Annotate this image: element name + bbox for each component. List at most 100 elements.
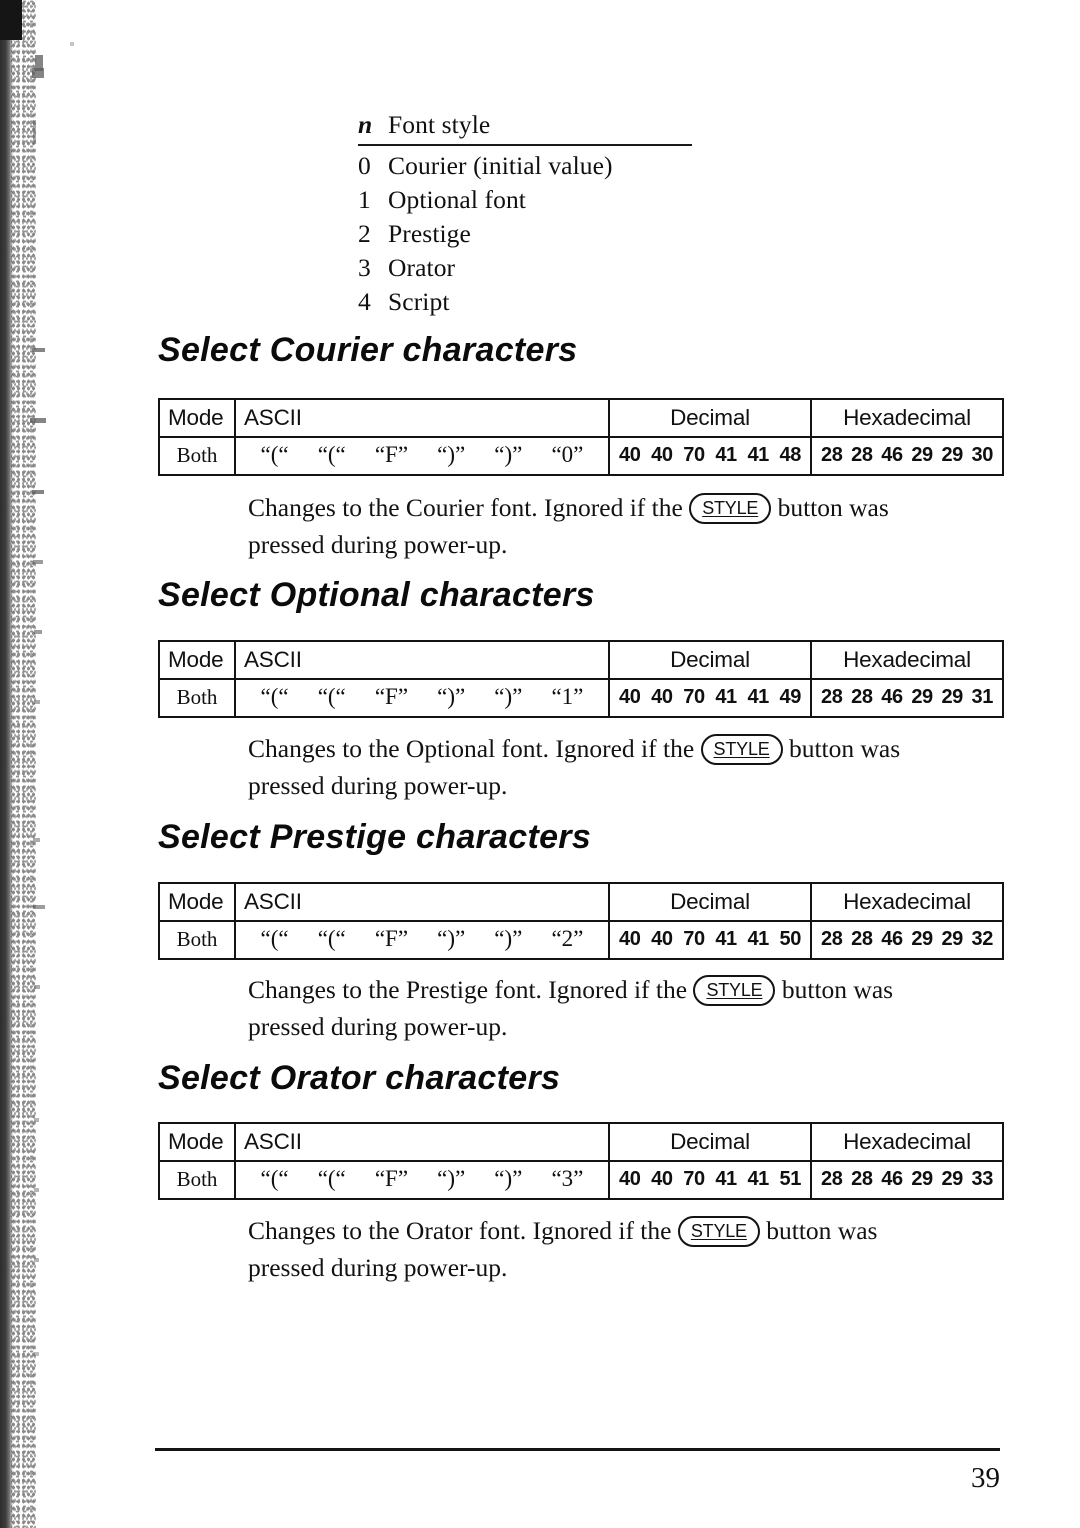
- hex-value: 28: [821, 1167, 843, 1190]
- hex-value: 46: [881, 1167, 903, 1190]
- cell-decimal: 40 40 70 41 41 51: [619, 1168, 801, 1191]
- note-text-line2: pressed during power-up.: [248, 1012, 508, 1041]
- hex-value: 33: [971, 1167, 994, 1190]
- note-text-after: button was: [777, 493, 889, 522]
- code-table-prestige: Mode ASCII Decimal Hexadecimal Both “(“ …: [158, 882, 1004, 960]
- decimal-value: 41: [715, 685, 737, 708]
- hex-value: 28: [821, 927, 843, 950]
- font-style-list: n Font style 0 Courier (initial value) 1…: [358, 108, 698, 319]
- note-text-before: Changes to the Prestige font. Ignored if…: [248, 975, 688, 1004]
- hex-value: 30: [971, 443, 994, 466]
- font-style-header-n: n: [358, 110, 373, 139]
- font-style-value: 2: [358, 219, 371, 248]
- hex-value: 28: [821, 443, 843, 466]
- header-ascii: ASCII: [244, 1128, 302, 1154]
- note-text-before: Changes to the Orator font. Ignored if t…: [248, 1216, 672, 1245]
- code-table-courier: Mode ASCII Decimal Hexadecimal Both “(“ …: [158, 398, 1004, 476]
- note-text-line2: pressed during power-up.: [248, 530, 508, 559]
- hex-value: 46: [881, 927, 903, 950]
- font-style-label: Courier (initial value): [388, 151, 613, 180]
- decimal-value: 41: [715, 927, 737, 950]
- hex-value: 29: [941, 1167, 963, 1190]
- hex-value: 46: [881, 443, 903, 466]
- table-row: Both “(“ “(“ “F” “)” “)” “2” 40 40 70 41…: [158, 920, 1004, 960]
- header-mode: Mode: [168, 1128, 224, 1154]
- ascii-char: “(“: [260, 1165, 289, 1191]
- decimal-value: 48: [779, 443, 802, 466]
- style-button-key: STYLE: [677, 1216, 760, 1247]
- font-style-list-rule: [358, 144, 692, 146]
- font-style-header-label: Font style: [388, 110, 491, 139]
- hex-value: 28: [821, 685, 843, 708]
- hex-value: 32: [971, 927, 994, 950]
- font-style-label: Optional font: [388, 185, 526, 214]
- cell-mode: Both: [176, 684, 218, 709]
- decimal-value: 41: [715, 1167, 737, 1190]
- section-title-prestige: Select Prestige characters: [158, 818, 592, 856]
- style-button-key: STYLE: [693, 975, 776, 1006]
- decimal-value: 41: [747, 443, 769, 466]
- table-row: Both “(“ “(“ “F” “)” “)” “3” 40 40 70 41…: [158, 1160, 1004, 1200]
- font-style-list-header: n Font style: [358, 108, 698, 142]
- header-decimal: Decimal: [670, 1128, 750, 1154]
- ascii-char: “(“: [317, 1165, 346, 1191]
- ascii-char: “)”: [437, 441, 466, 467]
- ascii-char: “F”: [374, 1165, 409, 1191]
- ascii-char: “(“: [260, 683, 289, 709]
- cell-mode: Both: [176, 926, 218, 951]
- decimal-value: 40: [651, 927, 673, 950]
- font-style-label: Orator: [388, 253, 456, 282]
- header-mode: Mode: [168, 646, 224, 672]
- hex-value: 31: [971, 685, 994, 708]
- note-text-before: Changes to the Optional font. Ignored if…: [248, 734, 695, 763]
- font-style-list-item: 4 Script: [358, 285, 698, 319]
- ascii-char: “3”: [551, 1165, 584, 1191]
- table-header-row: Mode ASCII Decimal Hexadecimal: [158, 1122, 1004, 1162]
- table-header-row: Mode ASCII Decimal Hexadecimal: [158, 398, 1004, 438]
- note-text-after: button was: [766, 1216, 878, 1245]
- section-title-optional: Select Optional characters: [158, 576, 595, 614]
- decimal-value: 41: [747, 1167, 769, 1190]
- note-orator: Changes to the Orator font. Ignored if t…: [248, 1212, 998, 1286]
- note-optional: Changes to the Optional font. Ignored if…: [248, 730, 998, 804]
- hex-value: 28: [851, 1167, 873, 1190]
- ascii-char: “)”: [494, 1165, 523, 1191]
- style-button-key: STYLE: [700, 734, 783, 765]
- ascii-char: “)”: [437, 683, 466, 709]
- decimal-value: 49: [779, 685, 802, 708]
- header-decimal: Decimal: [670, 404, 750, 430]
- header-decimal: Decimal: [670, 888, 750, 914]
- header-ascii: ASCII: [244, 888, 302, 914]
- section-title-courier: Select Courier characters: [158, 331, 578, 369]
- header-ascii: ASCII: [244, 404, 302, 430]
- hex-value: 29: [911, 927, 933, 950]
- note-text-line2: pressed during power-up.: [248, 771, 508, 800]
- ascii-char: “(“: [317, 441, 346, 467]
- decimal-value: 70: [683, 685, 705, 708]
- cell-hexadecimal: 28 28 46 29 29 33: [821, 1168, 993, 1191]
- table-row: Both “(“ “(“ “F” “)” “)” “1” 40 40 70 41…: [158, 678, 1004, 718]
- font-style-value: 0: [358, 151, 371, 180]
- decimal-value: 40: [619, 685, 641, 708]
- decimal-value: 41: [747, 927, 769, 950]
- decimal-value: 50: [779, 927, 802, 950]
- decimal-value: 40: [619, 443, 641, 466]
- cell-decimal: 40 40 70 41 41 50: [619, 928, 801, 951]
- style-button-key: STYLE: [689, 493, 772, 524]
- decimal-value: 70: [683, 443, 705, 466]
- header-ascii: ASCII: [244, 646, 302, 672]
- table-header-row: Mode ASCII Decimal Hexadecimal: [158, 882, 1004, 922]
- font-style-list-item: 1 Optional font: [358, 183, 698, 217]
- code-table-orator: Mode ASCII Decimal Hexadecimal Both “(“ …: [158, 1122, 1004, 1200]
- ascii-char: “(“: [317, 683, 346, 709]
- hex-value: 29: [941, 927, 963, 950]
- ascii-char: “F”: [374, 683, 409, 709]
- font-style-label: Prestige: [388, 219, 471, 248]
- cell-mode: Both: [176, 442, 218, 467]
- decimal-value: 70: [683, 1167, 705, 1190]
- font-style-value: 4: [358, 287, 371, 316]
- font-style-label: Script: [388, 287, 450, 316]
- decimal-value: 41: [747, 685, 769, 708]
- cell-ascii: “(“ “(“ “F” “)” “)” “1”: [246, 684, 598, 710]
- cell-hexadecimal: 28 28 46 29 29 31: [821, 686, 993, 709]
